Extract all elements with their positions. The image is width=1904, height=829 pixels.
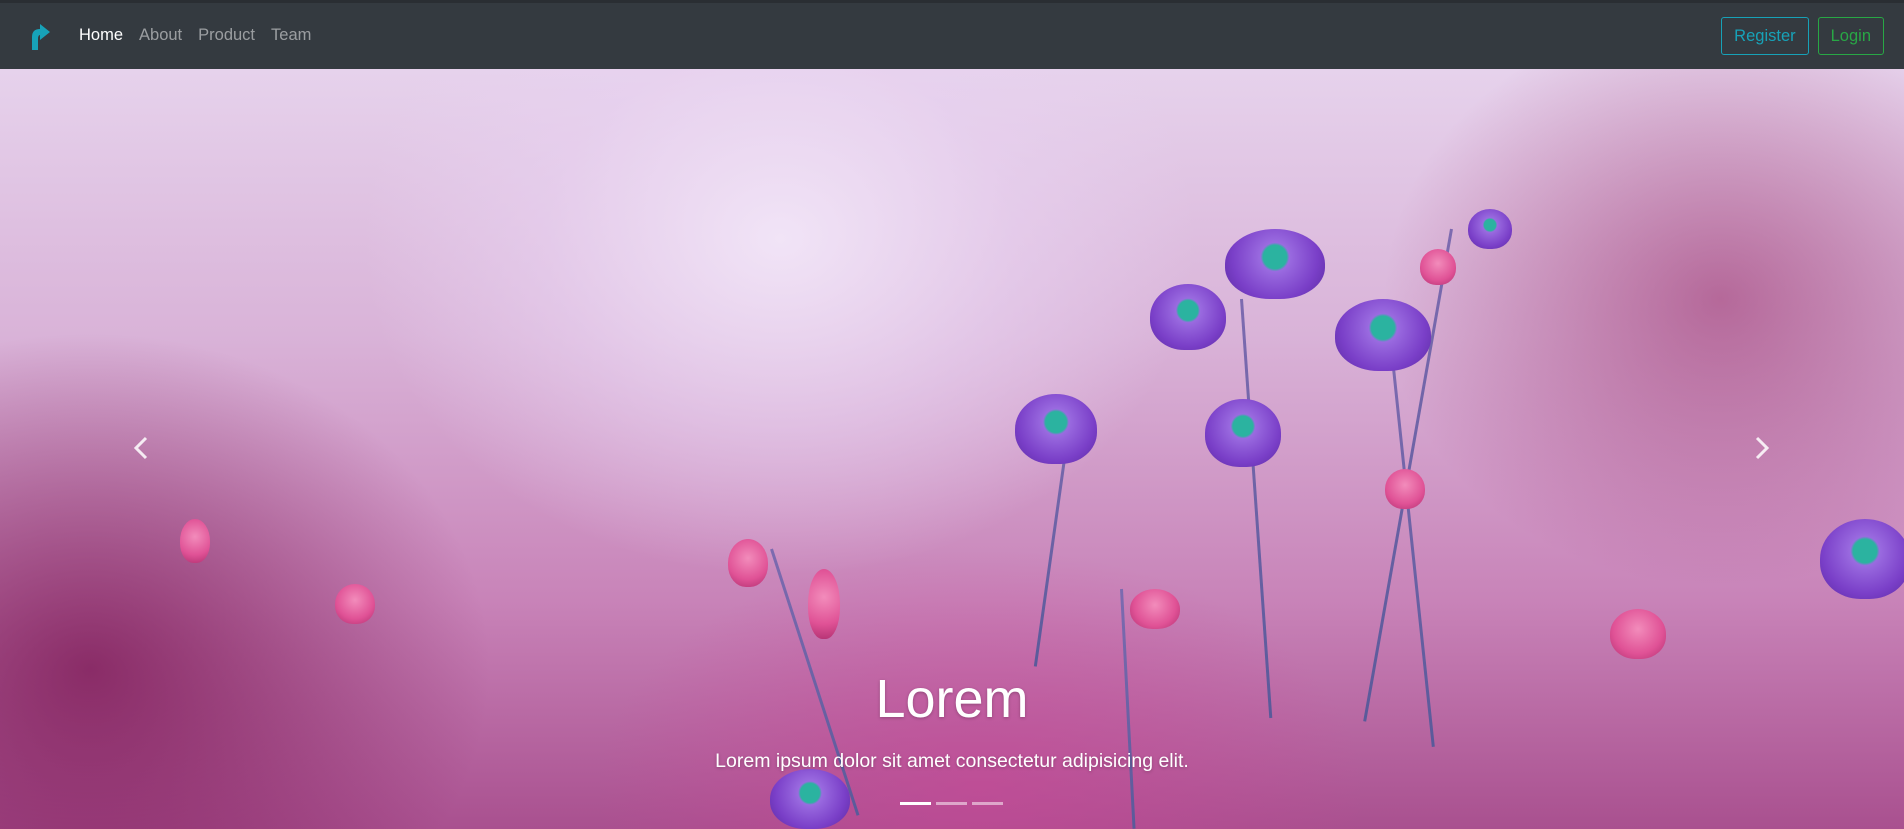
hero-carousel: Lorem Lorem ipsum dolor sit amet consect… <box>0 69 1904 829</box>
carousel-next-button[interactable] <box>1746 433 1776 463</box>
navbar: Home About Product Team Register Login <box>0 0 1904 69</box>
pink-flower <box>1385 469 1425 509</box>
register-button[interactable]: Register <box>1721 17 1809 55</box>
carousel-indicator-3[interactable] <box>972 802 1003 805</box>
carousel-indicators <box>900 802 1003 805</box>
nav-links: Home About Product Team <box>79 26 311 45</box>
purple-flower <box>770 769 850 829</box>
purple-flower <box>1335 299 1431 371</box>
nav-link-home[interactable]: Home <box>79 26 123 45</box>
pink-flower <box>1610 609 1666 659</box>
chevron-left-icon <box>133 436 148 460</box>
nav-link-product[interactable]: Product <box>198 26 255 45</box>
pink-flower <box>335 584 375 624</box>
nav-link-team[interactable]: Team <box>271 26 311 45</box>
nav-link-about[interactable]: About <box>139 26 182 45</box>
pink-flower <box>180 519 210 563</box>
brand-logo-icon[interactable] <box>28 23 52 51</box>
slide-caption-text: Lorem ipsum dolor sit amet consectetur a… <box>715 750 1189 772</box>
purple-flower <box>1820 519 1904 599</box>
pink-flower <box>728 539 768 587</box>
slide-caption-title: Lorem <box>875 669 1029 729</box>
login-button[interactable]: Login <box>1817 17 1884 55</box>
carousel-indicator-1[interactable] <box>900 802 931 805</box>
pink-flower <box>808 569 840 639</box>
chevron-right-icon <box>1755 436 1770 460</box>
purple-flower <box>1225 229 1325 299</box>
carousel-prev-button[interactable] <box>127 433 157 463</box>
flower-stem <box>1240 298 1273 719</box>
purple-flower <box>1205 399 1281 467</box>
nav-buttons: Register Login <box>1721 17 1884 55</box>
pink-flower <box>1130 589 1180 629</box>
carousel-indicator-2[interactable] <box>936 802 967 805</box>
pink-flower <box>1420 249 1456 285</box>
purple-flower <box>1468 209 1512 249</box>
purple-flower <box>1015 394 1097 464</box>
purple-flower <box>1150 284 1226 350</box>
